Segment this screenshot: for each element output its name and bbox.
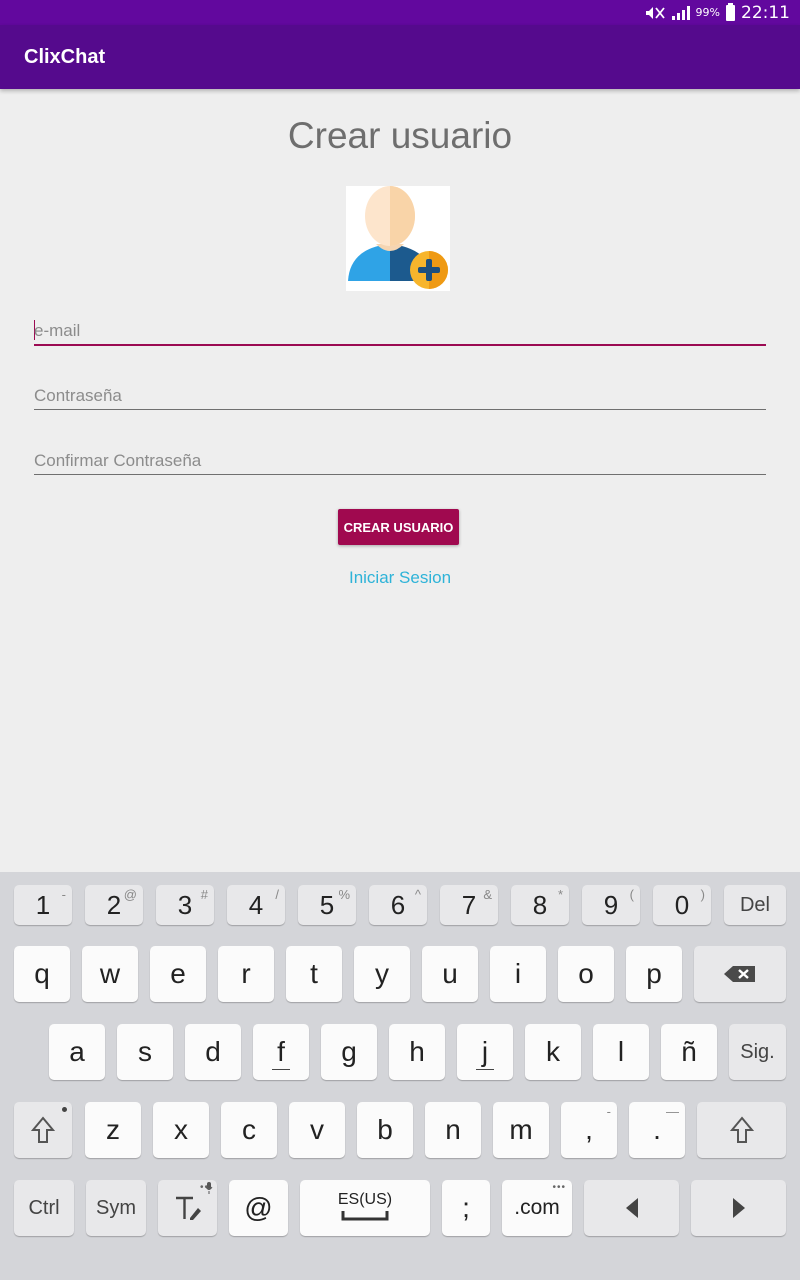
arrow-right-icon	[732, 1198, 745, 1218]
key-dotcom[interactable]: .com •••	[502, 1180, 572, 1236]
email-field[interactable]: e-mail	[34, 310, 766, 346]
email-placeholder: e-mail	[34, 321, 81, 340]
key-8[interactable]: 8 *	[511, 885, 569, 925]
key-h[interactable]: h	[389, 1024, 445, 1080]
key-5[interactable]: 5%	[298, 885, 356, 925]
key-7[interactable]: 7 &	[440, 885, 498, 925]
space-key[interactable]: ES(US)	[300, 1180, 430, 1236]
key-e[interactable]: e	[150, 946, 206, 1002]
key-u[interactable]: u	[422, 946, 478, 1002]
key-3[interactable]: 3 #	[156, 885, 214, 925]
key-9[interactable]: 9(	[582, 885, 640, 925]
key-p[interactable]: p	[626, 946, 682, 1002]
app-bar: ClixChat	[0, 25, 800, 89]
key-6[interactable]: 6 ^	[369, 885, 427, 925]
key-period[interactable]: . —	[629, 1102, 685, 1158]
arrow-left-icon	[625, 1198, 638, 1218]
password-field[interactable]: Contraseña	[34, 375, 766, 410]
key-4[interactable]: 4/	[227, 885, 285, 925]
text-edit-icon	[175, 1196, 201, 1220]
password-placeholder: Contraseña	[34, 386, 122, 405]
shift-icon	[729, 1116, 754, 1143]
key-g[interactable]: g	[321, 1024, 377, 1080]
key-1[interactable]: 1-	[14, 885, 72, 925]
key-v[interactable]: v	[289, 1102, 345, 1158]
key-q[interactable]: q	[14, 946, 70, 1002]
page-title: Crear usuario	[287, 115, 513, 156]
key-x[interactable]: x	[153, 1102, 209, 1158]
key-y[interactable]: y	[354, 946, 410, 1002]
mute-icon	[645, 6, 665, 19]
key-semicolon[interactable]: ;	[442, 1180, 490, 1236]
key-i[interactable]: i	[490, 946, 546, 1002]
key-z[interactable]: z	[85, 1102, 141, 1158]
arrow-right-key[interactable]	[691, 1180, 786, 1236]
on-screen-keyboard: 1- 2 @ 3 # 4/ 5% 6 ^ 7 & 8 * 9( 0) Del q w e …	[0, 872, 800, 1280]
sym-key[interactable]: Sym	[86, 1180, 146, 1236]
key-a[interactable]: a	[49, 1024, 105, 1080]
key-c[interactable]: c	[221, 1102, 277, 1158]
backspace-icon	[724, 966, 755, 982]
status-icons: 99% 22:11	[644, 0, 790, 25]
app-title: ClixChat	[24, 46, 106, 68]
ctrl-key[interactable]: Ctrl	[14, 1180, 74, 1236]
login-link[interactable]: Iniciar Sesion	[0, 568, 800, 588]
status-bar: 99% 22:11	[0, 0, 800, 25]
key-m[interactable]: m	[493, 1102, 549, 1158]
add-user-avatar-icon[interactable]	[346, 186, 450, 291]
key-k[interactable]: k	[525, 1024, 581, 1080]
key-at[interactable]: @	[229, 1180, 288, 1236]
clock: 22:11	[741, 2, 790, 23]
key-o[interactable]: o	[558, 946, 614, 1002]
battery-percent: 99%	[695, 6, 720, 19]
backspace-key[interactable]	[694, 946, 786, 1002]
text-tools-key[interactable]: ••	[158, 1180, 217, 1236]
key-s[interactable]: s	[117, 1024, 173, 1080]
key-t[interactable]: t	[286, 946, 342, 1002]
arrow-left-key[interactable]	[584, 1180, 679, 1236]
key-r[interactable]: r	[218, 946, 274, 1002]
next-key[interactable]: Sig.	[729, 1024, 786, 1080]
key-n[interactable]: n	[425, 1102, 481, 1158]
key-w[interactable]: w	[82, 946, 138, 1002]
space-language-label: ES(US)	[337, 1191, 393, 1208]
key-comma[interactable]: ,-	[561, 1102, 617, 1158]
key-l[interactable]: l	[593, 1024, 649, 1080]
key-0[interactable]: 0)	[653, 885, 711, 925]
microphone-icon	[205, 1182, 213, 1194]
create-user-button[interactable]: CREAR USUARIO	[338, 509, 459, 545]
shift-left-key[interactable]	[14, 1102, 72, 1158]
key-2[interactable]: 2 @	[85, 885, 143, 925]
confirm-password-placeholder: Confirmar Contraseña	[34, 451, 202, 470]
delete-key[interactable]: Del	[724, 885, 786, 925]
shift-right-key[interactable]	[697, 1102, 786, 1158]
key-d[interactable]: d	[185, 1024, 241, 1080]
key-j[interactable]: j	[457, 1024, 513, 1080]
signal-icon	[671, 5, 690, 20]
key-f[interactable]: f	[253, 1024, 309, 1080]
battery-icon	[726, 2, 735, 21]
shift-icon	[31, 1116, 55, 1143]
confirm-password-field[interactable]: Confirmar Contraseña	[34, 440, 766, 475]
key-b[interactable]: b	[357, 1102, 413, 1158]
key-n-tilde[interactable]: ñ	[661, 1024, 717, 1080]
space-bar-icon	[341, 1211, 389, 1221]
